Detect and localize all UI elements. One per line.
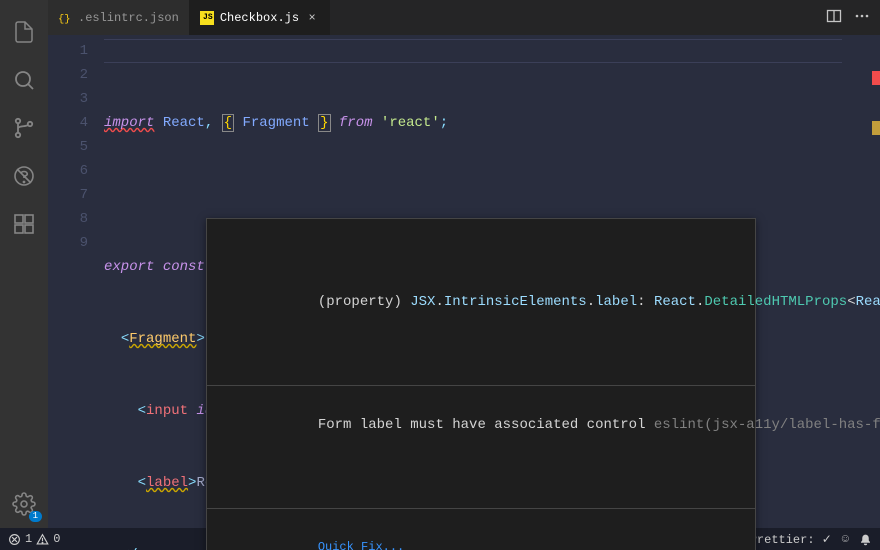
- hover-tooltip: (property) JSX.IntrinsicElements.label: …: [206, 218, 756, 550]
- extensions-icon[interactable]: [0, 200, 48, 248]
- split-editor-icon[interactable]: [826, 8, 842, 28]
- hover-signature: (property) JSX.IntrinsicElements.label: …: [207, 263, 755, 341]
- overview-ruler[interactable]: [866, 35, 880, 528]
- active-line-highlight: [104, 39, 842, 63]
- close-icon[interactable]: ×: [305, 11, 319, 25]
- search-icon[interactable]: [0, 56, 48, 104]
- quick-fix-link[interactable]: Quick Fix...: [318, 540, 404, 550]
- status-problems[interactable]: 1 0: [8, 532, 60, 546]
- source-control-icon[interactable]: [0, 104, 48, 152]
- tab-label: Checkbox.js: [220, 11, 299, 25]
- code-content[interactable]: import React, { Fragment } from 'react';…: [104, 35, 866, 528]
- explorer-icon[interactable]: [0, 8, 48, 56]
- activity-bar: 1: [0, 0, 48, 528]
- line-number-gutter: 1 2 3 4 5 6 7 8 9: [48, 35, 104, 528]
- js-icon: JS: [200, 11, 214, 25]
- braces-icon: {}: [58, 11, 72, 25]
- settings-badge: 1: [29, 511, 42, 522]
- error-marker[interactable]: [872, 71, 880, 85]
- tab-eslintrc[interactable]: {} .eslintrc.json: [48, 0, 190, 35]
- settings-icon[interactable]: 1: [0, 480, 48, 528]
- hover-lint-message: Form label must have associated control …: [207, 385, 755, 464]
- tab-label: .eslintrc.json: [78, 11, 179, 25]
- editor[interactable]: 1 2 3 4 5 6 7 8 9 import React, { Fragme…: [48, 35, 880, 528]
- warning-marker[interactable]: [872, 121, 880, 135]
- tab-checkbox[interactable]: JS Checkbox.js ×: [190, 0, 330, 35]
- tab-bar: {} .eslintrc.json JS Checkbox.js ×: [48, 0, 880, 35]
- more-actions-icon[interactable]: [854, 8, 870, 28]
- debug-disabled-icon[interactable]: [0, 152, 48, 200]
- svg-text:{}: {}: [58, 13, 71, 25]
